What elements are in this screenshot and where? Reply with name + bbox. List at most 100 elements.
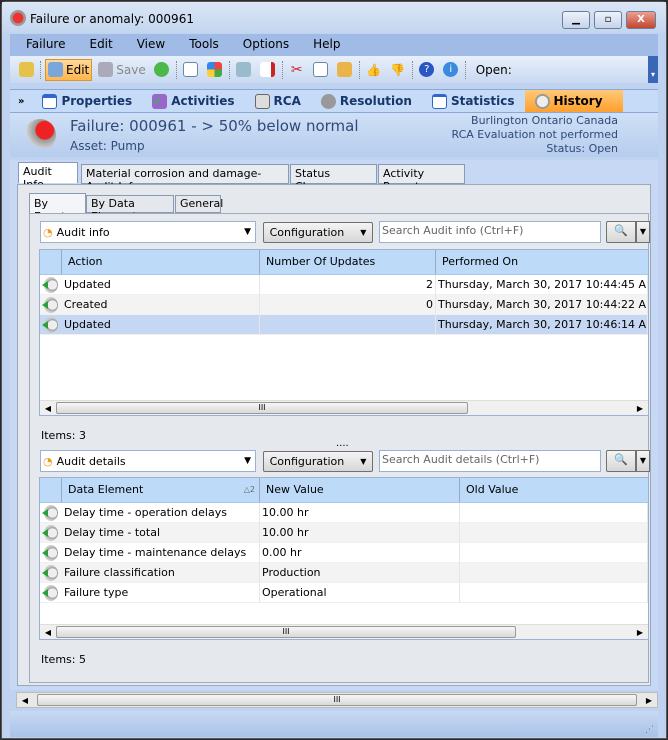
table-cell: 2: [260, 274, 436, 295]
nav-history[interactable]: History: [524, 90, 623, 112]
table-row[interactable]: Delay time - maintenance delays 0.00 hr: [40, 542, 648, 563]
menu-options[interactable]: Options: [227, 34, 297, 56]
nav-label: RCA: [273, 94, 301, 108]
pdf-button[interactable]: [258, 59, 278, 81]
audit-details-combo[interactable]: ◔ Audit details ▼: [40, 450, 256, 472]
new-document-button[interactable]: [181, 59, 201, 81]
toolbar-overflow-button[interactable]: ▾: [648, 56, 658, 83]
nav-resolution[interactable]: Resolution: [311, 90, 422, 112]
separator: [358, 60, 360, 79]
clock-arrow-icon: [42, 316, 58, 333]
search-button-details[interactable]: 🔍 ▼: [606, 450, 650, 472]
back-button[interactable]: [16, 59, 36, 81]
table-row[interactable]: Delay time - total 10.00 hr: [40, 522, 648, 543]
table-cell: [460, 522, 648, 543]
configuration-button[interactable]: Configuration ▼: [263, 222, 373, 243]
nav-statistics[interactable]: Statistics: [422, 90, 525, 112]
copy-button[interactable]: [311, 59, 331, 81]
tab-activity-reports[interactable]: Activity Reports: [378, 164, 465, 193]
approve-button[interactable]: 👍: [364, 59, 384, 81]
scroll-right-arrow[interactable]: ▶: [641, 696, 657, 705]
table-row[interactable]: Updated Thursday, March 30, 2017 10:46:14…: [40, 314, 648, 335]
tab-status-changes[interactable]: Status Changes: [290, 164, 377, 193]
table-row[interactable]: Failure type Operational: [40, 582, 648, 603]
column-number-of-updates[interactable]: Number Of Updates: [260, 250, 436, 274]
scroll-thumb[interactable]: III: [37, 694, 637, 706]
horizontal-scrollbar[interactable]: ◀ III ▶: [40, 624, 648, 639]
paste-button[interactable]: [335, 59, 355, 81]
tab-material-corrosion[interactable]: Material corrosion and damage- Audit Inf…: [81, 164, 289, 193]
nav-rca[interactable]: RCA: [245, 90, 311, 112]
table-cell: Failure classification: [62, 562, 260, 583]
scroll-thumb[interactable]: III: [56, 626, 516, 638]
maximize-button[interactable]: ▫: [594, 11, 622, 29]
audit-info-combo[interactable]: ◔ Audit info ▼: [40, 221, 256, 243]
table-row[interactable]: Updated 2 Thursday, March 30, 2017 10:44:4…: [40, 274, 648, 295]
audit-info-grid: Action Number Of Updates Performed On Up…: [39, 249, 649, 416]
subtab-by-data-element[interactable]: By Data Element: [86, 195, 174, 223]
scroll-right-arrow[interactable]: ▶: [632, 628, 648, 637]
column-label: Data Element: [68, 483, 144, 496]
column-performed-on[interactable]: Performed On: [436, 250, 648, 274]
column-new-value[interactable]: New Value: [260, 478, 460, 502]
search-icon[interactable]: 🔍: [606, 221, 636, 243]
cut-button[interactable]: ✂: [287, 59, 307, 81]
scroll-left-arrow[interactable]: ◀: [40, 628, 56, 637]
search-options-dropdown[interactable]: ▼: [636, 221, 650, 243]
search-audit-details-input[interactable]: Search Audit details (Ctrl+F): [379, 450, 601, 472]
search-audit-info-input[interactable]: Search Audit info (Ctrl+F): [379, 221, 601, 243]
save-button[interactable]: Save: [96, 59, 147, 81]
menu-help[interactable]: Help: [297, 34, 348, 56]
menu-view[interactable]: View: [121, 34, 173, 56]
tab-audit-info[interactable]: Audit Info: [18, 162, 78, 191]
refresh-button[interactable]: [152, 59, 172, 81]
nav-properties[interactable]: Properties: [32, 90, 142, 112]
subtab-general[interactable]: General: [175, 195, 223, 213]
table-row[interactable]: Created 0 Thursday, March 30, 2017 10:44:2…: [40, 294, 648, 315]
minimize-button[interactable]: ▁: [562, 11, 590, 29]
record-header: Failure: 000961 - > 50% below normal Ass…: [10, 113, 658, 157]
menu-tools[interactable]: Tools: [173, 34, 227, 56]
menu-edit[interactable]: Edit: [73, 34, 120, 56]
search-options-dropdown[interactable]: ▼: [636, 450, 650, 472]
info-button[interactable]: i: [441, 59, 461, 81]
windows-button[interactable]: [205, 59, 225, 81]
nav-activities[interactable]: ✓ Activities: [142, 90, 244, 112]
resize-grip-icon[interactable]: ⋰: [645, 725, 654, 735]
table-cell: Delay time - maintenance delays: [62, 542, 260, 563]
properties-icon: [42, 93, 58, 109]
table-cell: Thursday, March 30, 2017 10:44:22 AM: [436, 294, 648, 315]
failure-gear-icon: [24, 119, 56, 151]
edit-icon: [48, 62, 63, 77]
scroll-left-arrow[interactable]: ◀: [17, 696, 33, 705]
scroll-right-arrow[interactable]: ▶: [632, 404, 648, 413]
table-row[interactable]: Failure classification Production: [40, 562, 648, 583]
horizontal-scrollbar[interactable]: ◀ III ▶: [40, 400, 648, 415]
search-button[interactable]: 🔍 ▼: [606, 221, 650, 243]
window-horizontal-scrollbar[interactable]: ◀ III ▶: [16, 692, 658, 708]
splitter-handle[interactable]: ....: [336, 438, 349, 449]
help-button[interactable]: ?: [417, 59, 437, 81]
reject-button[interactable]: 👎: [388, 59, 408, 81]
table-cell: 0: [260, 294, 436, 315]
configuration-button-details[interactable]: Configuration ▼: [263, 451, 373, 472]
edit-button[interactable]: Edit: [45, 58, 93, 81]
combo-value: Audit details: [56, 454, 126, 468]
scroll-left-arrow[interactable]: ◀: [40, 404, 56, 413]
refresh-icon: [154, 62, 170, 77]
table-row[interactable]: Delay time - operation delays 10.00 hr: [40, 502, 648, 523]
grid-header: Action Number Of Updates Performed On: [40, 250, 648, 275]
scroll-thumb[interactable]: III: [56, 402, 468, 414]
close-button[interactable]: X: [626, 11, 656, 29]
save-label: Save: [116, 62, 146, 77]
collapse-icon[interactable]: »: [10, 96, 32, 107]
history-row-icon: [40, 544, 62, 561]
app-icon: [10, 10, 26, 26]
subtab-by-event[interactable]: By Event: [29, 193, 86, 223]
attach-button[interactable]: [234, 59, 254, 81]
column-action[interactable]: Action: [62, 250, 260, 274]
column-old-value[interactable]: Old Value: [460, 478, 648, 502]
menu-failure[interactable]: Failure: [10, 34, 73, 56]
column-data-element[interactable]: Data Element △2: [62, 478, 260, 502]
search-icon[interactable]: 🔍: [606, 450, 636, 472]
